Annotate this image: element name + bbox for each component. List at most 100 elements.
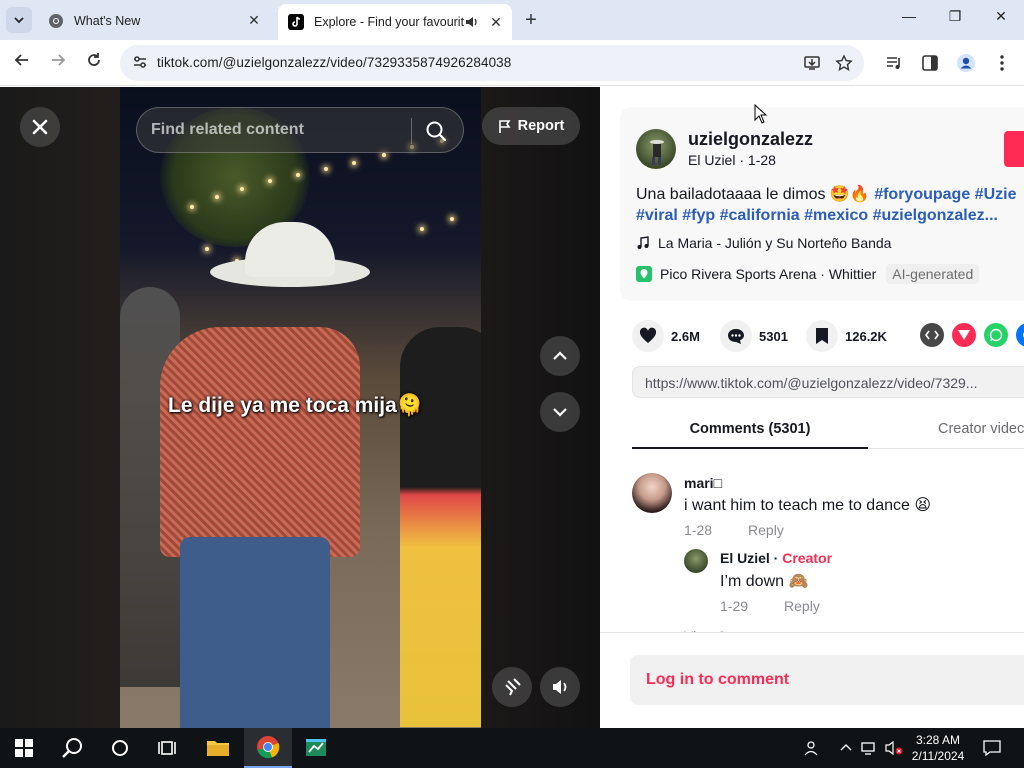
- search-icon: [62, 738, 82, 758]
- chrome-taskbar-button[interactable]: [244, 728, 292, 768]
- string-light: [268, 179, 272, 183]
- related-search-box: [136, 107, 464, 153]
- new-tab-button[interactable]: +: [520, 9, 542, 32]
- like-count: 2.6M: [671, 328, 700, 344]
- speaker-icon[interactable]: [464, 14, 480, 30]
- tab-explore[interactable]: Explore - Find your favourit ✕: [278, 4, 512, 40]
- people-icon[interactable]: [802, 738, 822, 758]
- like-stat[interactable]: 2.6M: [632, 320, 700, 352]
- hashtag-link[interactable]: #mexico: [804, 207, 868, 224]
- pip-button[interactable]: [492, 667, 532, 707]
- author-username[interactable]: uzielgonzalezz: [688, 129, 813, 150]
- comment-author[interactable]: mari□: [684, 475, 722, 491]
- string-light: [420, 227, 424, 231]
- music-link[interactable]: La Maria - Julión y Su Norteño Banda: [636, 235, 891, 251]
- avatar[interactable]: [636, 129, 676, 169]
- close-video-button[interactable]: [20, 107, 60, 147]
- site-settings-icon[interactable]: [132, 54, 148, 70]
- folder-icon: [207, 741, 229, 756]
- people-glyph-icon: [804, 741, 818, 756]
- tab-title: What's New: [74, 13, 141, 28]
- volume-muted-icon[interactable]: [884, 738, 904, 758]
- reply-button[interactable]: Reply: [748, 522, 784, 538]
- tab-comments[interactable]: Comments (5301): [632, 413, 868, 449]
- action-center-button[interactable]: [982, 738, 1002, 758]
- embed-button[interactable]: [920, 323, 944, 347]
- network-glyph-icon: [861, 742, 875, 755]
- string-light: [190, 205, 194, 209]
- tab-whats-new[interactable]: What's New ✕: [38, 5, 270, 36]
- save-button[interactable]: [806, 320, 838, 352]
- window-close-button[interactable]: ✕: [986, 8, 1016, 25]
- location-link[interactable]: Pico Rivera Sports Arena · Whittier: [660, 266, 876, 282]
- previous-video-button[interactable]: [540, 336, 580, 376]
- avatar[interactable]: [684, 549, 708, 573]
- close-icon[interactable]: ✕: [244, 12, 264, 29]
- search-icon[interactable]: [425, 120, 447, 142]
- string-light: [296, 173, 300, 177]
- related-search-input[interactable]: [151, 120, 411, 140]
- login-to-comment-button[interactable]: Log in to comment: [630, 655, 1024, 705]
- video-caption-overlay: Le dije ya me toca mija🫠: [168, 394, 423, 417]
- post-date: 1-28: [747, 152, 776, 168]
- like-button[interactable]: [632, 320, 664, 352]
- flag-icon: [498, 119, 511, 133]
- hashtag-link[interactable]: #Uzie: [975, 186, 1017, 203]
- start-button[interactable]: [0, 728, 48, 768]
- chrome-icon: [257, 736, 280, 759]
- facebook-share-button[interactable]: [1016, 323, 1024, 347]
- tab-creator-videos[interactable]: Creator videc: [938, 413, 1024, 437]
- close-icon[interactable]: ✕: [486, 14, 506, 31]
- network-icon[interactable]: [860, 738, 880, 758]
- reload-button[interactable]: [82, 52, 106, 74]
- hashtag-link[interactable]: #foryoupage: [874, 186, 970, 203]
- show-hidden-icons-button[interactable]: [836, 738, 856, 758]
- back-button[interactable]: [10, 52, 34, 74]
- send-to-friends-button[interactable]: [952, 323, 976, 347]
- hashtag-link[interactable]: #california: [720, 207, 800, 224]
- reply-author[interactable]: El Uziel: [720, 550, 770, 566]
- comment-bubble-icon: [728, 329, 744, 344]
- address-bar[interactable]: tiktok.com/@uzielgonzalezz/video/7329335…: [120, 45, 864, 81]
- maximize-button[interactable]: ❐: [940, 8, 970, 25]
- bookmark-star-icon[interactable]: [835, 54, 853, 72]
- copy-link-field[interactable]: https://www.tiktok.com/@uzielgonzalezz/v…: [632, 366, 1024, 398]
- hashtag-link[interactable]: #viral: [636, 207, 678, 224]
- media-control-icon[interactable]: [884, 53, 904, 73]
- side-panel-icon[interactable]: [920, 53, 940, 73]
- chevron-down-icon: [14, 17, 24, 24]
- author-display-name: El Uziel: [688, 152, 736, 168]
- avatar[interactable]: [632, 473, 672, 513]
- system-clock[interactable]: 3:28 AM 2/11/2024: [906, 732, 970, 764]
- video-scene-woman: [400, 327, 481, 727]
- comment-button[interactable]: [720, 320, 752, 352]
- save-stat[interactable]: 126.2K: [806, 320, 887, 352]
- forward-button[interactable]: [46, 52, 70, 74]
- install-app-icon[interactable]: [803, 54, 821, 72]
- follow-button[interactable]: [1004, 131, 1024, 167]
- report-button[interactable]: Report: [482, 107, 580, 145]
- tab-search-button[interactable]: [6, 7, 32, 33]
- arrow-left-icon: [14, 54, 28, 66]
- chevron-up-icon: [553, 351, 567, 360]
- app-taskbar-button[interactable]: [292, 728, 340, 768]
- task-view-button[interactable]: [144, 728, 192, 768]
- string-light: [352, 161, 356, 165]
- video-player: Le dije ya me toca mija🫠 Report: [0, 87, 600, 728]
- file-explorer-button[interactable]: [194, 728, 242, 768]
- hashtag-link[interactable]: #uzielgonzalez...: [873, 207, 998, 224]
- reply-button[interactable]: Reply: [784, 598, 820, 614]
- volume-button[interactable]: [540, 667, 580, 707]
- browser-tab-bar: What's New ✕ Explore - Find your favouri…: [0, 0, 1024, 40]
- search-button[interactable]: [48, 728, 96, 768]
- more-menu-icon[interactable]: [992, 53, 1012, 73]
- minimize-button[interactable]: —: [894, 8, 924, 24]
- comment-stat[interactable]: 5301: [720, 320, 788, 352]
- whatsapp-share-button[interactable]: [984, 323, 1008, 347]
- hashtag-link[interactable]: #fyp: [682, 207, 715, 224]
- author-subline: El Uziel · 1-28: [688, 152, 776, 168]
- profile-icon[interactable]: [956, 53, 976, 73]
- next-video-button[interactable]: [540, 392, 580, 432]
- floating-player-icon: [505, 678, 521, 696]
- cortana-button[interactable]: [96, 728, 144, 768]
